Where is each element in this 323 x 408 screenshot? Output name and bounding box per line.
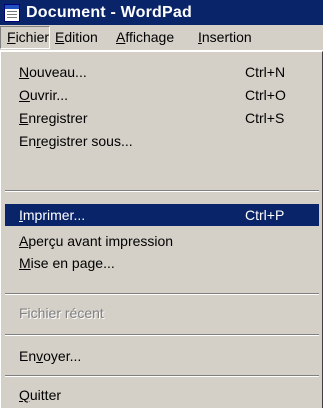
item-label-post: mprimer... [22, 207, 86, 223]
menu-mnemonic: E [55, 29, 65, 45]
menu-item-imprimer[interactable]: Imprimer... Ctrl+P [5, 204, 319, 226]
item-label-post: oyer... [43, 348, 82, 364]
item-label-post: nregistrer [28, 110, 88, 126]
shortcut-label: Ctrl+S [245, 110, 285, 126]
title-bar[interactable]: Document - WordPad [0, 0, 323, 25]
menu-affichage[interactable]: Affichage [111, 26, 193, 49]
wordpad-icon[interactable] [4, 3, 20, 22]
window-title: Document - WordPad [26, 3, 192, 21]
fichier-dropdown-menu: Nouveau... Ctrl+N Ouvrir... Ctrl+O Enreg… [0, 51, 323, 408]
menu-item-quitter[interactable]: Quitter [5, 384, 319, 406]
menu-item-mise-en-page[interactable]: Mise en page... [5, 252, 319, 274]
item-mnemonic: E [19, 110, 29, 126]
shortcut-label: Ctrl+N [245, 64, 286, 80]
item-label-post: ouveau... [29, 64, 87, 80]
menu-item-enregistrer-sous[interactable]: Enregistrer sous... [5, 130, 319, 152]
menu-separator [5, 375, 319, 377]
shortcut-label: Ctrl+P [245, 207, 285, 223]
item-label-pre: En [19, 348, 37, 364]
menu-fichier[interactable]: Fichier [0, 26, 50, 49]
item-label-post: perçu avant impression [28, 233, 174, 249]
menu-label-post: dition [64, 29, 98, 45]
menu-separator [5, 190, 319, 192]
item-mnemonic: Q [19, 387, 30, 403]
item-label-post: uvrir... [29, 87, 69, 103]
item-mnemonic: O [19, 87, 30, 103]
menu-item-apercu[interactable]: Aperçu avant impression [5, 230, 319, 252]
item-mnemonic: A [19, 233, 29, 249]
menu-insertion[interactable]: Insertion [193, 26, 275, 49]
shortcut-label: Ctrl+O [245, 87, 286, 103]
item-label-post: uitter [29, 387, 62, 403]
menu-mnemonic: F [7, 29, 16, 45]
menu-edition[interactable]: Edition [50, 26, 111, 49]
menu-label-post: ichier [15, 29, 50, 45]
item-label: Fichier récent [19, 305, 104, 321]
menu-item-nouveau[interactable]: Nouveau... Ctrl+N [5, 61, 319, 83]
item-label-pre: En [19, 133, 37, 149]
menu-item-envoyer[interactable]: Envoyer... [5, 345, 319, 367]
menu-mnemonic: A [116, 29, 126, 45]
menu-item-ouvrir[interactable]: Ouvrir... Ctrl+O [5, 84, 319, 106]
item-label-post: ise en page... [30, 255, 115, 271]
menu-bar: Fichier Edition Affichage Insertion [0, 25, 323, 51]
menu-item-fichier-recent: Fichier récent [5, 302, 319, 324]
menu-separator [5, 334, 319, 336]
menu-label-post: nsertion [201, 29, 252, 45]
menu-separator [5, 293, 319, 295]
menu-item-enregistrer[interactable]: Enregistrer Ctrl+S [5, 107, 319, 129]
item-mnemonic: M [19, 255, 31, 271]
menu-label-post: ffichage [125, 29, 175, 45]
item-mnemonic: N [19, 64, 30, 80]
item-label-post: egistrer sous... [40, 133, 133, 149]
